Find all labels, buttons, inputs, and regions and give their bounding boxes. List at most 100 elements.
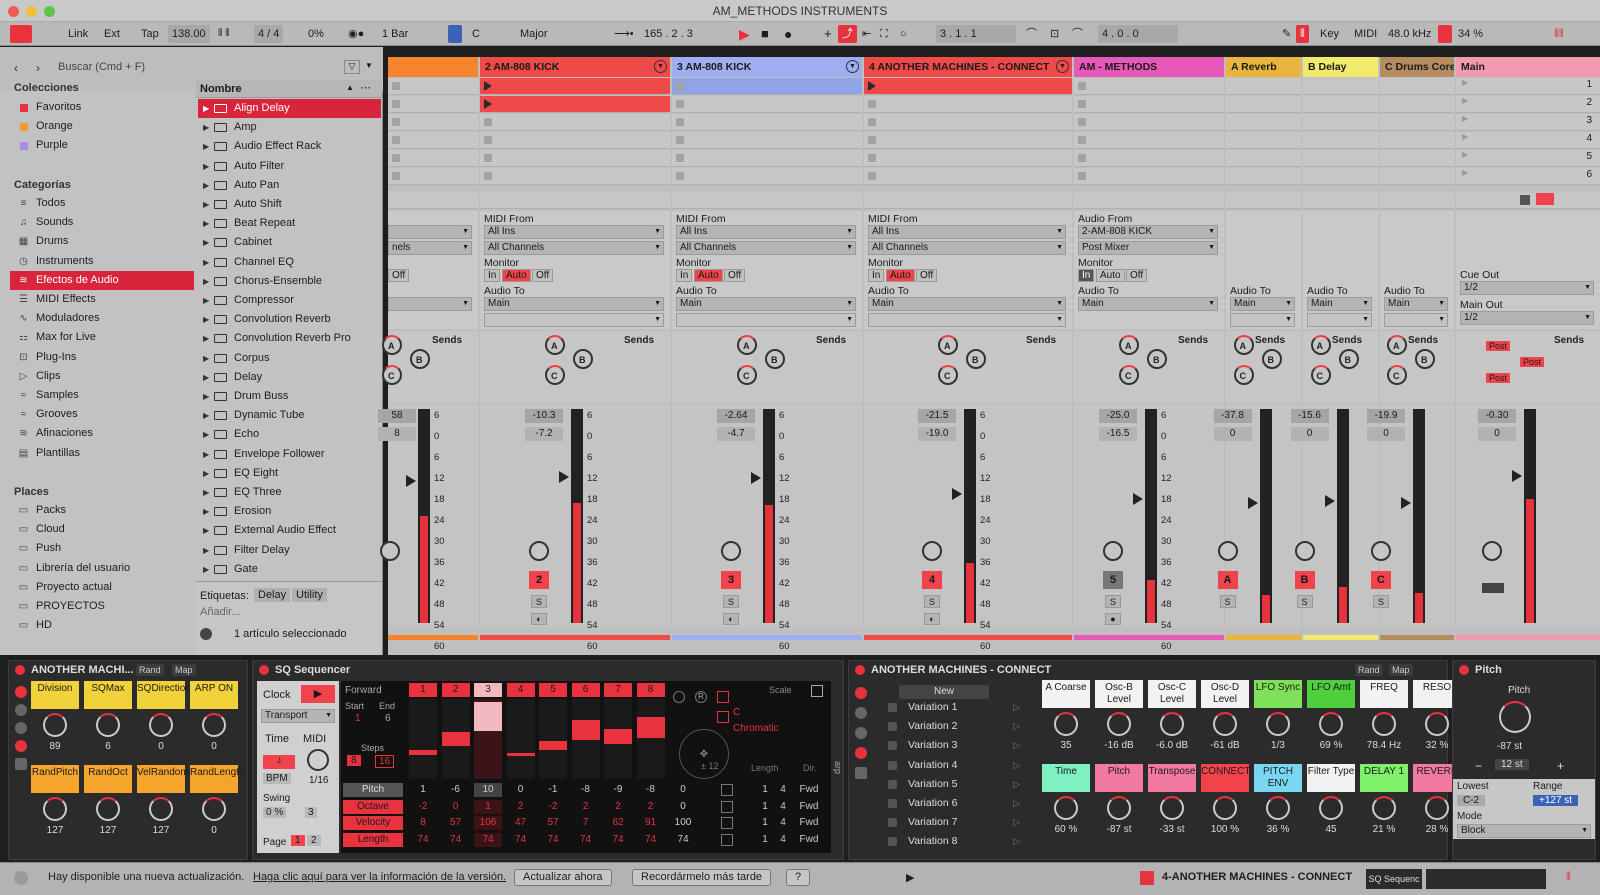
sq-reset-icon[interactable] [673,691,685,703]
sq-cell-value[interactable]: 10 [474,783,502,797]
expand-arrow-icon[interactable]: ▶ [203,464,209,483]
browser-item[interactable]: ▶ Auto Filter [198,157,381,176]
clip-stop-button[interactable] [1226,193,1301,209]
solo-button[interactable]: S [1105,595,1121,608]
sq-row-length[interactable]: 4 [777,783,789,797]
step-bar[interactable] [604,729,632,744]
sq-row-label[interactable]: Octave [343,799,403,814]
param-knob[interactable] [1213,796,1237,820]
division-knob[interactable] [307,749,329,771]
browser-item[interactable]: ▶ Compressor [198,291,381,310]
sq-row-label[interactable]: Pitch [343,783,403,797]
sq-row-direction[interactable]: Fwd [795,833,823,847]
clip-slot[interactable] [388,96,478,113]
close-window-button[interactable] [8,6,19,17]
browser-item[interactable]: ▶ Delay [198,368,381,387]
sq-cell-value[interactable]: 106 [474,816,502,830]
cue-button[interactable] [1482,583,1504,593]
stop-all-clips-icon[interactable] [1520,195,1530,205]
param-label[interactable]: Osc-D Level [1201,680,1249,708]
detail-toggle-icon[interactable]: ⦀ [1566,871,1571,884]
audio-to-select[interactable]: Main [1307,297,1372,311]
sq-cell-value[interactable]: 74 [637,833,665,847]
remind-later-button[interactable]: Recordármelo más tarde [632,869,772,886]
macro-knob[interactable] [96,713,120,737]
pan-knob[interactable] [1217,541,1238,561]
param-knob[interactable] [1266,712,1290,736]
clip-slot[interactable] [480,132,670,149]
variation-launch-icon[interactable]: ▷ [1013,756,1020,775]
release-notes-link[interactable]: Haga clic aquí para ver la información d… [253,871,506,883]
clip-slot-button-icon[interactable] [484,81,492,91]
clip-slot-button-icon[interactable] [676,118,684,126]
category-item[interactable]: ≋ Afinaciones [10,424,194,443]
clip-slot-button-icon[interactable] [392,154,400,162]
volume-display[interactable]: -37.8 [1213,409,1252,423]
volume-display[interactable]: -19.9 [1367,409,1405,423]
volume-fader-handle[interactable] [1512,470,1522,483]
monitor-off-button[interactable]: Off [916,269,938,282]
forward-icon[interactable]: › [36,61,40,75]
clip-slot[interactable] [672,168,862,185]
clip-slot[interactable] [1380,150,1454,167]
output-channel-select[interactable] [1384,313,1448,327]
expand-arrow-icon[interactable]: ▶ [203,483,209,502]
midi-channel-select[interactable]: All Channels [676,241,856,255]
direction-select[interactable]: Forward [345,685,382,696]
expand-arrow-icon[interactable]: ▶ [203,233,209,252]
clip-slot-button-icon[interactable] [676,82,684,90]
output-channel-select[interactable] [868,313,1066,327]
clip-stop-button[interactable] [480,193,670,209]
param-label[interactable]: Osc-C Level [1148,680,1196,708]
midi-channel-select[interactable]: nels [388,241,472,255]
clip-slot-button-icon[interactable] [484,136,492,144]
sq-row-amount[interactable]: 0 [673,783,693,797]
more-icon[interactable]: ⋯ [360,81,371,94]
midi-map-button[interactable]: MIDI [1350,25,1381,43]
step-number[interactable]: 6 [571,683,600,697]
metronome-icon[interactable]: ◉● [344,25,368,43]
clip-slot-button-icon[interactable] [868,136,876,144]
macro-label[interactable]: RandOct [84,765,132,793]
post-mixer-select[interactable]: Post Mixer [1078,241,1218,255]
macro-label[interactable]: SQDirection [137,681,191,709]
sq-cell-value[interactable]: 57 [442,816,470,830]
variation-launch-icon[interactable]: ▷ [1013,717,1020,736]
sq-cell-value[interactable]: -2 [539,800,567,814]
category-item[interactable]: ≋ Efectos de Audio [10,270,194,290]
category-item[interactable]: ≈ Grooves [10,405,194,424]
end-value[interactable]: 6 [385,713,391,724]
monitor-auto-button[interactable]: Auto [694,269,723,282]
tap-tempo-button[interactable]: Tap [137,25,163,43]
page-2-button[interactable]: 2 [307,835,321,846]
scale-mode-select[interactable]: Chromatic [733,723,779,734]
pan-knob[interactable] [1294,541,1315,561]
macro-knob[interactable] [202,797,226,821]
minimize-window-button[interactable] [26,6,37,17]
variation-item[interactable]: Variation 4 ▷ [880,756,1030,775]
browser-item[interactable]: ▶ Amp [198,118,381,137]
step-bar[interactable] [636,717,665,738]
time-signature-field[interactable]: 4 / 4 [254,25,284,43]
clip-slot[interactable]: ▶ 4 [1456,132,1600,149]
draw-mode-icon[interactable]: ✎ [1278,25,1295,43]
clip-slot-button-icon[interactable] [868,172,876,180]
pan-knob[interactable] [380,541,400,561]
macro-knob[interactable] [96,797,120,821]
clip-slot[interactable]: ▶ 2 [1456,96,1600,113]
audio-from-select[interactable]: 2-AM-808 KICK [1078,225,1218,239]
collection-item[interactable]: Purple [10,136,194,155]
param-label[interactable]: CONNECT [1201,764,1250,792]
param-label[interactable]: A Coarse [1042,680,1090,708]
nudge-icon[interactable]: ⦀ ⦀ [214,25,234,43]
param-label[interactable]: DELAY 1 [1360,764,1408,792]
sq-cell-value[interactable]: 74 [507,833,535,847]
sq-cell-value[interactable]: 74 [474,832,502,847]
key-select[interactable]: C [468,25,484,43]
monitor-in-button[interactable]: In [1078,269,1095,282]
clip-slot[interactable] [1226,150,1301,167]
clip-slot-button-icon[interactable] [1078,118,1086,126]
category-item[interactable]: ☰ MIDI Effects [10,290,194,309]
loop-length-field[interactable]: 4 . 0 . 0 [1098,25,1178,43]
rack-rand-button[interactable]: Rand [136,664,164,676]
